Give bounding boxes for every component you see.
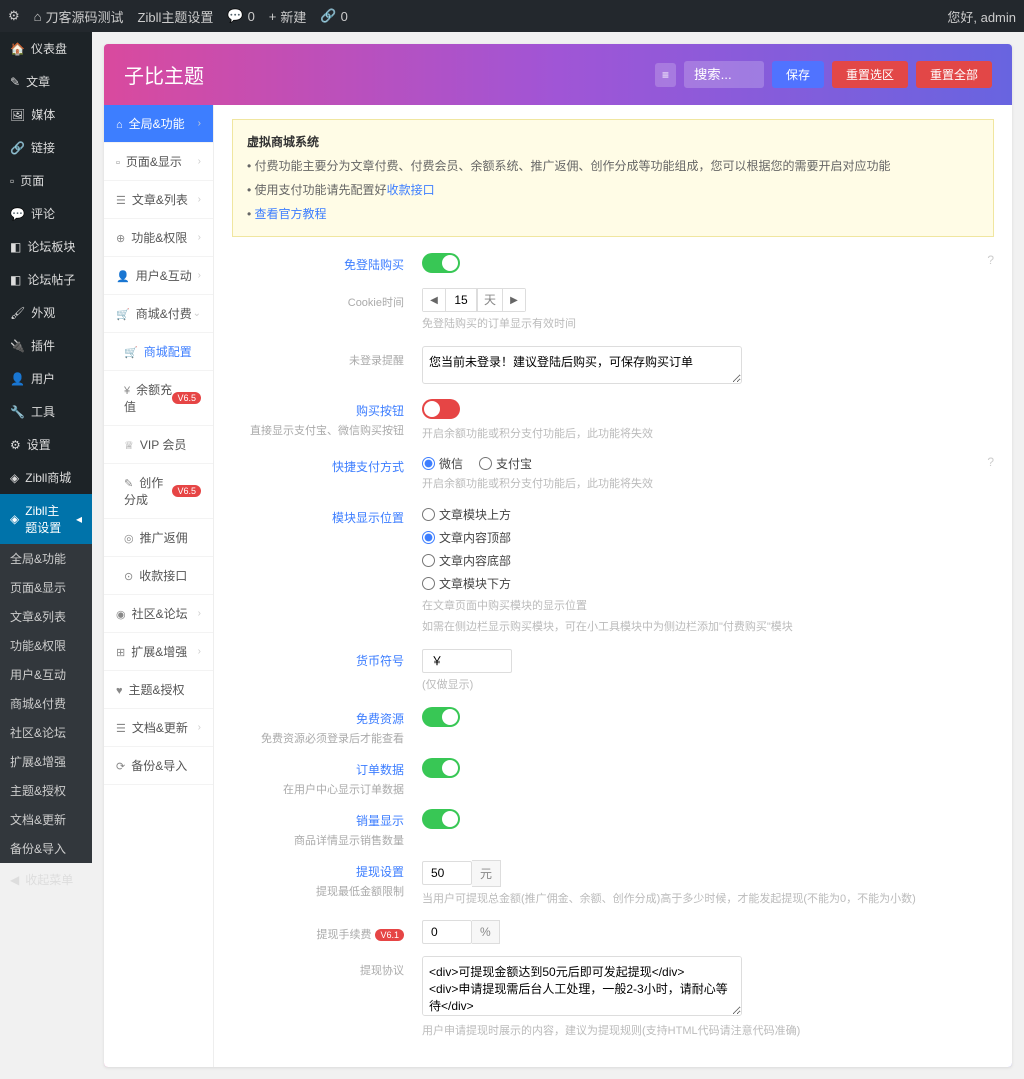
add-new[interactable]: + 新建 bbox=[269, 7, 307, 26]
reset-all-button[interactable]: 重置全部 bbox=[916, 61, 992, 88]
pos-opt4[interactable]: 文章模块下方 bbox=[422, 575, 994, 592]
nav-appearance[interactable]: 🖌 外观 bbox=[0, 296, 92, 329]
tutorial-link[interactable]: 查看官方教程 bbox=[255, 207, 327, 221]
settings-sidemenu: ⌂全局&功能› ▫页面&显示› ☰文章&列表› ⊕功能&权限› 👤用户&互动› … bbox=[104, 105, 214, 1067]
sub-feature[interactable]: 功能&权限 bbox=[0, 631, 92, 660]
help-icon[interactable]: ? bbox=[987, 455, 994, 469]
expand-icon[interactable]: ≡ bbox=[655, 63, 676, 87]
nav-users[interactable]: 👤 用户 bbox=[0, 362, 92, 395]
alert-title: 虚拟商城系统 bbox=[247, 135, 319, 149]
side-community[interactable]: ◉社区&论坛› bbox=[104, 595, 213, 633]
currency-input[interactable] bbox=[422, 649, 512, 673]
site-link[interactable]: ⌂ 刀客源码测试 bbox=[34, 7, 124, 26]
save-button[interactable]: 保存 bbox=[772, 61, 824, 88]
comments-link[interactable]: 💬 0 bbox=[227, 8, 254, 24]
label-free-res: 免费资源 bbox=[356, 712, 404, 726]
label-fee: 提现手续费V6.1 bbox=[232, 926, 404, 942]
label-currency: 货币符号 bbox=[356, 654, 404, 668]
side-creation[interactable]: ✎创作分成V6.5 bbox=[104, 464, 213, 519]
side-doc[interactable]: ☰文档&更新› bbox=[104, 709, 213, 747]
cookie-input[interactable] bbox=[445, 289, 477, 311]
side-user[interactable]: 👤用户&互动› bbox=[104, 257, 213, 295]
radio-wechat[interactable]: 微信 bbox=[422, 455, 463, 472]
label-module-pos: 模块显示位置 bbox=[332, 511, 404, 525]
cookie-stepper: ◀ 天 ▶ bbox=[422, 288, 526, 312]
nav-dashboard[interactable]: 🏠 仪表盘 bbox=[0, 32, 92, 65]
nologin-textarea[interactable]: 您当前未登录！建议登陆后购买，可保存购买订单 bbox=[422, 346, 742, 384]
nav-posts[interactable]: ✎ 文章 bbox=[0, 65, 92, 98]
side-backup[interactable]: ⟳备份&导入 bbox=[104, 747, 213, 785]
pos-opt1[interactable]: 文章模块上方 bbox=[422, 506, 994, 523]
cookie-help: 免登陆购买的订单显示有效时间 bbox=[422, 316, 994, 334]
payment-link[interactable]: 收款接口 bbox=[387, 183, 435, 197]
wp-logo[interactable]: ⚙ bbox=[8, 8, 20, 24]
toggle-free-res[interactable] bbox=[422, 707, 460, 727]
side-extend[interactable]: ⊞扩展&增强› bbox=[104, 633, 213, 671]
toggle-free-buy[interactable] bbox=[422, 253, 460, 273]
label-buy-btn: 购买按钮 bbox=[356, 404, 404, 418]
settings-content: 虚拟商城系统 • 付费功能主要分为文章付费、付费会员、余额系统、推广返佣、创作分… bbox=[214, 105, 1012, 1067]
withdraw-input[interactable] bbox=[422, 861, 472, 885]
links-count[interactable]: 🔗 0 bbox=[320, 8, 347, 24]
user-greeting[interactable]: 您好, admin bbox=[947, 7, 1016, 26]
toggle-buy-btn[interactable] bbox=[422, 399, 460, 419]
wp-sidebar: 🏠 仪表盘 ✎ 文章 🖼 媒体 🔗 链接 ▫ 页面 💬 评论 ◧ 论坛板块 ◧ … bbox=[0, 32, 92, 679]
side-mall-config[interactable]: 🛒商城配置 bbox=[104, 333, 213, 371]
nav-plugins[interactable]: 🔌 插件 bbox=[0, 329, 92, 362]
label-free-buy: 免登陆购买 bbox=[344, 258, 404, 272]
nav-comments[interactable]: 💬 评论 bbox=[0, 197, 92, 230]
fee-input[interactable] bbox=[422, 920, 472, 944]
label-withdraw: 提现设置 bbox=[356, 865, 404, 879]
nav-forum-boards[interactable]: ◧ 论坛板块 bbox=[0, 230, 92, 263]
side-payment[interactable]: ⊙收款接口 bbox=[104, 557, 213, 595]
info-alert: 虚拟商城系统 • 付费功能主要分为文章付费、付费会员、余额系统、推广返佣、创作分… bbox=[232, 119, 994, 237]
search-input[interactable] bbox=[684, 61, 764, 88]
theme-link[interactable]: Zibll主题设置 bbox=[138, 7, 214, 26]
nav-tools[interactable]: 🔧 工具 bbox=[0, 395, 92, 428]
side-promotion[interactable]: ◎推广返佣 bbox=[104, 519, 213, 557]
inc-button[interactable]: ▶ bbox=[503, 289, 525, 311]
pos-opt3[interactable]: 文章内容底部 bbox=[422, 552, 994, 569]
sub-page[interactable]: 页面&显示 bbox=[0, 573, 92, 602]
panel-title: 子比主题 bbox=[124, 60, 204, 89]
label-sales: 销量显示 bbox=[356, 814, 404, 828]
side-mall[interactable]: 🛒商城&付费⌄ bbox=[104, 295, 213, 333]
nav-forum-posts[interactable]: ◧ 论坛帖子 bbox=[0, 263, 92, 296]
side-page[interactable]: ▫页面&显示› bbox=[104, 143, 213, 181]
toggle-sales[interactable] bbox=[422, 809, 460, 829]
side-feature[interactable]: ⊕功能&权限› bbox=[104, 219, 213, 257]
side-vip[interactable]: ♕VIP 会员 bbox=[104, 426, 213, 464]
label-cookie: Cookie时间 bbox=[232, 294, 404, 310]
pos-opt2[interactable]: 文章内容顶部 bbox=[422, 529, 994, 546]
nav-zibll-mall[interactable]: ◈ Zibll商城 bbox=[0, 461, 92, 494]
label-quick-pay: 快捷支付方式 bbox=[332, 460, 404, 474]
side-article[interactable]: ☰文章&列表› bbox=[104, 181, 213, 219]
nav-zibll-theme[interactable]: ◈ Zibll主题设置 ◂ bbox=[0, 494, 92, 544]
label-order: 订单数据 bbox=[356, 763, 404, 777]
wp-topbar: ⚙ ⌂ 刀客源码测试 Zibll主题设置 💬 0 + 新建 🔗 0 您好, ad… bbox=[0, 0, 1024, 32]
sub-global[interactable]: 全局&功能 bbox=[0, 544, 92, 573]
side-license[interactable]: ♥主题&授权 bbox=[104, 671, 213, 709]
help-icon[interactable]: ? bbox=[987, 253, 994, 267]
nav-pages[interactable]: ▫ 页面 bbox=[0, 164, 92, 197]
label-agree: 提现协议 bbox=[232, 962, 404, 978]
label-nologin: 未登录提醒 bbox=[232, 352, 404, 368]
side-global[interactable]: ⌂全局&功能› bbox=[104, 105, 213, 143]
nav-media[interactable]: 🖼 媒体 bbox=[0, 98, 92, 131]
side-balance[interactable]: ¥余额充值V6.5 bbox=[104, 371, 213, 426]
sub-article[interactable]: 文章&列表 bbox=[0, 602, 92, 631]
dec-button[interactable]: ◀ bbox=[423, 289, 445, 311]
agree-textarea[interactable]: <div>可提现金额达到50元后即可发起提现</div> <div>申请提现需后… bbox=[422, 956, 742, 1016]
reset-section-button[interactable]: 重置选区 bbox=[832, 61, 908, 88]
nav-settings[interactable]: ⚙ 设置 bbox=[0, 428, 92, 461]
nav-links[interactable]: 🔗 链接 bbox=[0, 131, 92, 164]
radio-alipay[interactable]: 支付宝 bbox=[479, 455, 532, 472]
toggle-order[interactable] bbox=[422, 758, 460, 778]
